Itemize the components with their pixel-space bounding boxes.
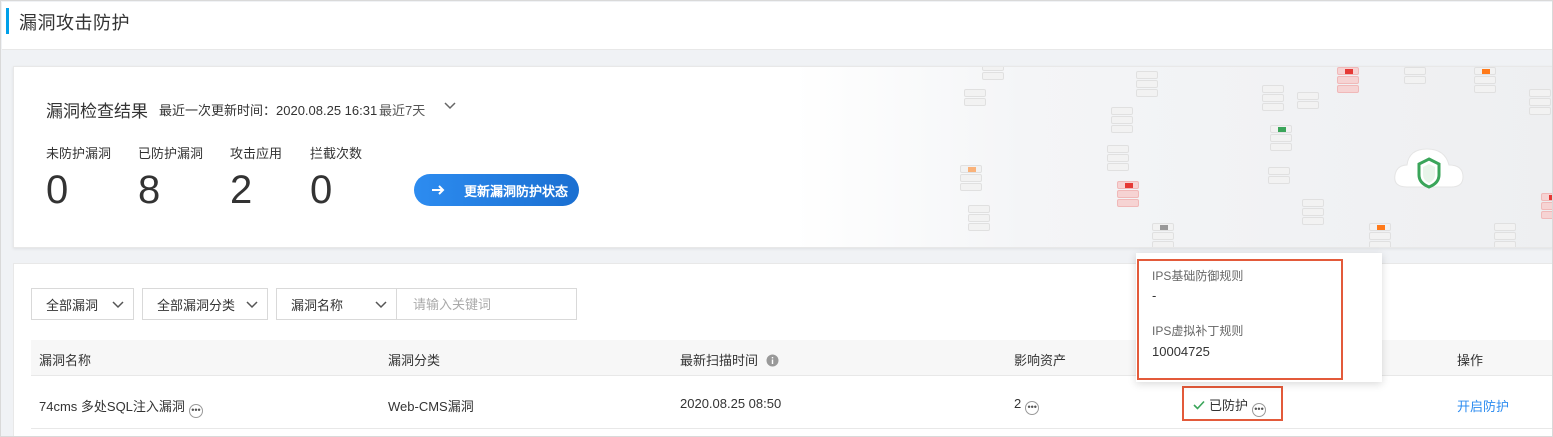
header-accent-bar <box>6 8 9 34</box>
column-header-name: 漏洞名称 <box>39 353 92 368</box>
stat-value: 0 <box>46 168 69 212</box>
arrow-right-icon <box>432 185 445 195</box>
server-icon <box>964 89 986 107</box>
column-header-assets: 影响资产 <box>1014 353 1067 368</box>
column-header-category: 漏洞分类 <box>388 353 441 368</box>
vuln-name: 74cms 多处SQL注入漏洞 <box>39 399 185 414</box>
page-title: 漏洞攻击防护 <box>19 13 130 33</box>
stat-label: 已防护漏洞 <box>138 146 204 161</box>
stat-value: 2 <box>230 168 253 212</box>
server-icon <box>1297 92 1319 110</box>
popover-highlight-box <box>1137 259 1343 380</box>
stat-label: 拦截次数 <box>310 146 363 161</box>
server-alert-icon <box>1117 181 1139 208</box>
enable-protection-link[interactable]: 开启防护 <box>1457 396 1509 415</box>
table-row: 74cms 多处SQL注入漏洞 ••• Web-CMS漏洞 2020.08.25 … <box>31 377 1552 429</box>
server-icon <box>1369 223 1391 247</box>
assets-cell: 2 ••• <box>1014 396 1040 415</box>
server-icon <box>1494 223 1516 247</box>
search-field-label: 漏洞名称 <box>291 297 344 313</box>
time-range-select[interactable]: 最近7天 <box>379 100 425 119</box>
summary-card: 漏洞检查结果 最近一次更新时间：2020.08.25 16:31 最近7天 未防… <box>13 66 1552 248</box>
app-frame: 漏洞攻击防护 漏洞检查结果 最近一次更新时间：2020.08.25 16:31 … <box>0 0 1553 437</box>
stat-blocked: 拦截次数 0 <box>310 143 362 210</box>
server-icon <box>1474 67 1496 94</box>
page-header: 漏洞攻击防护 <box>2 2 1552 50</box>
more-icon[interactable]: ••• <box>1025 400 1040 415</box>
search-field-select[interactable]: 漏洞名称 <box>276 288 397 320</box>
vuln-filter-label: 全部漏洞 <box>46 297 99 313</box>
server-icon <box>1404 67 1426 85</box>
column-header-scan-time: 最新扫描时间 <box>680 350 779 369</box>
more-icon[interactable]: ••• <box>188 403 203 418</box>
cloud-shield-icon <box>1394 148 1464 189</box>
stat-value: 0 <box>310 168 333 212</box>
column-header-actions: 操作 <box>1457 353 1484 368</box>
info-icon[interactable] <box>766 354 779 367</box>
update-protection-status-button[interactable]: 更新漏洞防护状态 <box>414 174 579 206</box>
server-icon <box>1136 71 1158 98</box>
chevron-down-icon <box>112 301 124 309</box>
server-icon <box>1111 107 1133 134</box>
server-icon <box>1270 125 1292 152</box>
assets-count: 2 <box>1014 396 1022 411</box>
server-icon <box>982 67 1004 81</box>
server-icon <box>1268 167 1290 185</box>
server-icon <box>1262 85 1284 112</box>
stat-value: 8 <box>138 168 161 212</box>
category-filter-select[interactable]: 全部漏洞分类 <box>142 288 268 320</box>
stat-attacked-apps: 攻击应用 2 <box>230 143 282 210</box>
server-alert-icon <box>1337 67 1359 94</box>
vuln-category-cell: Web-CMS漏洞 <box>388 399 474 414</box>
scan-time-label: 最新扫描时间 <box>680 353 759 368</box>
update-button-label: 更新漏洞防护状态 <box>464 183 569 199</box>
vuln-name-cell: 74cms 多处SQL注入漏洞 ••• <box>39 396 203 418</box>
server-icon <box>1152 223 1174 247</box>
stat-label: 未防护漏洞 <box>46 146 112 161</box>
stat-label: 攻击应用 <box>230 146 283 161</box>
last-updated-text: 最近一次更新时间：2020.08.25 16:31 <box>159 103 378 118</box>
server-icon <box>960 165 982 192</box>
server-icon <box>1302 199 1324 226</box>
stat-unprotected: 未防护漏洞 0 <box>46 143 111 210</box>
vuln-filter-select[interactable]: 全部漏洞 <box>31 288 134 320</box>
summary-title: 漏洞检查结果 <box>46 102 148 121</box>
category-filter-label: 全部漏洞分类 <box>157 297 236 313</box>
status-highlight-box <box>1182 386 1283 421</box>
server-icon <box>1529 89 1551 116</box>
server-alert-icon <box>1541 193 1552 220</box>
server-icon <box>1107 145 1129 172</box>
chevron-down-icon <box>246 301 258 309</box>
scan-time-cell: 2020.08.25 08:50 <box>680 396 782 411</box>
chevron-down-icon[interactable] <box>442 98 458 114</box>
search-input[interactable] <box>397 288 577 320</box>
chevron-down-icon <box>375 301 387 309</box>
stat-protected: 已防护漏洞 8 <box>138 143 203 210</box>
server-icon <box>968 205 990 232</box>
